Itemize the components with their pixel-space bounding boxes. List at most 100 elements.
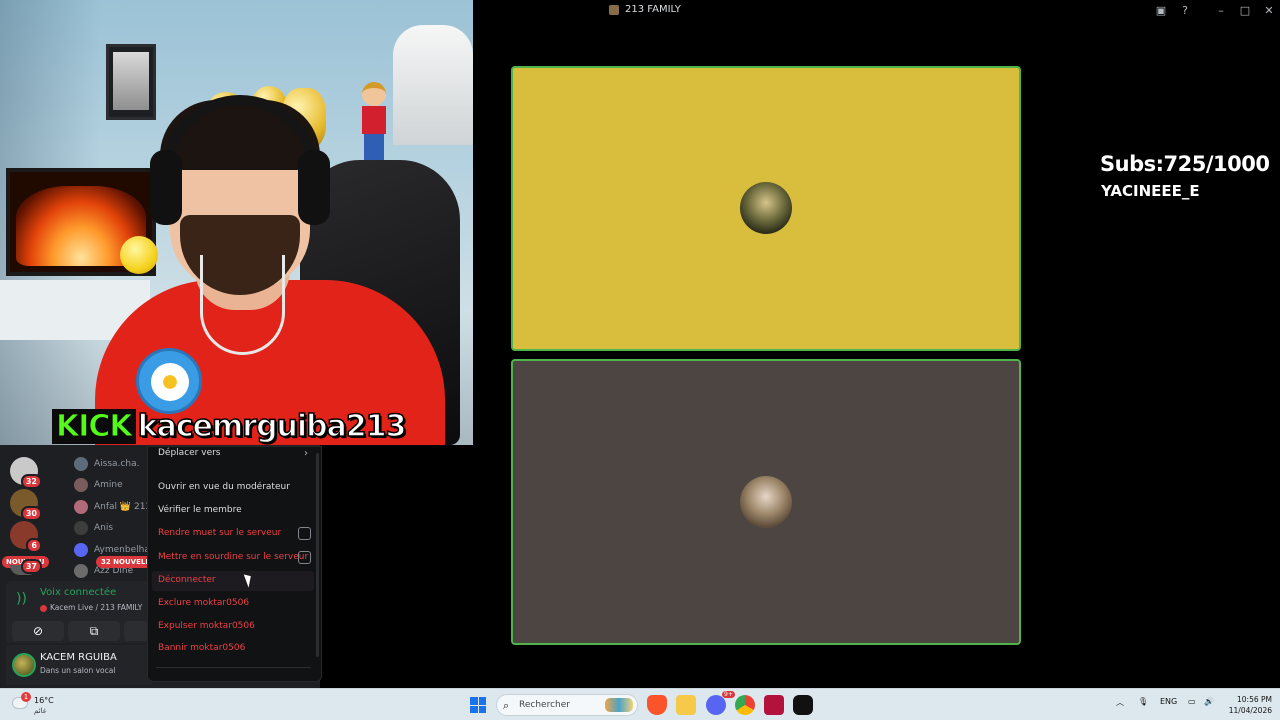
menu-item-server-deafen[interactable]: Mettre en sourdine sur le serveur: [158, 552, 308, 562]
help-icon[interactable]: ?: [1177, 3, 1193, 19]
windows-start-icon[interactable]: [470, 697, 486, 713]
server-icon: [609, 4, 619, 15]
avatar[interactable]: [12, 653, 36, 677]
search-placeholder: Rechercher: [519, 700, 570, 710]
avatar: [74, 542, 88, 557]
inbox-icon[interactable]: ▣: [1153, 3, 1169, 19]
kick-username: kacemrguiba213: [137, 408, 407, 445]
microphone-icon[interactable]: 🎙: [1138, 697, 1148, 706]
participant-tile[interactable]: [511, 359, 1021, 645]
server-icon[interactable]: 30: [10, 489, 42, 521]
search-icon: ⌕: [503, 699, 510, 712]
kick-banner: KICK kacemrguiba213: [52, 408, 407, 445]
live-dot-icon: [40, 604, 47, 612]
taskbar-search[interactable]: ⌕ Rechercher: [496, 694, 638, 716]
server-icon[interactable]: 6: [10, 521, 42, 553]
menu-item-verify-member[interactable]: Vérifier le membre: [158, 505, 242, 515]
brave-browser-icon[interactable]: [647, 695, 667, 715]
close-button[interactable]: ✕: [1261, 3, 1277, 19]
window-title-text: 213 FAMILY: [625, 4, 681, 15]
server-icon[interactable]: 32: [10, 457, 42, 489]
screen: KICK kacemrguiba213 32 30 6 NOUVEAU 37 A…: [0, 0, 1280, 720]
member-name: Amine: [94, 480, 123, 491]
wall-photo-frame: [106, 44, 156, 120]
voice-channel[interactable]: Kacem Live / 213 FAMILY: [40, 603, 142, 612]
figurine: [356, 82, 392, 172]
member-row[interactable]: Amine: [74, 475, 154, 497]
user-panel[interactable]: KACEM RGUIBA Dans un salon vocal: [6, 645, 152, 685]
participant-avatar: [740, 476, 792, 528]
streamer-handle: YACINEEE_E: [1101, 182, 1200, 200]
mention-badge: 30: [20, 506, 42, 521]
user-status: Dans un salon vocal: [40, 666, 116, 675]
taskbar: 1 16°C غائم ⌕ Rechercher 9+ ︿ 🎙 ENG ▭ 🔊 …: [0, 688, 1280, 720]
chrome-icon[interactable]: [735, 695, 755, 715]
menu-item-server-mute[interactable]: Rendre muet sur le serveur: [158, 528, 281, 538]
server-mute-checkbox[interactable]: [298, 527, 311, 540]
mention-badge: 6: [26, 538, 42, 553]
avatar: [74, 478, 88, 493]
member-name: Anis: [94, 523, 114, 534]
android-app-icon[interactable]: [793, 695, 813, 715]
discord-icon[interactable]: [706, 695, 726, 715]
voice-connected-panel: )) Voix connectée Kacem Live / 213 FAMIL…: [6, 581, 152, 643]
kick-logo: KICK: [52, 408, 136, 444]
file-explorer-icon[interactable]: [676, 695, 696, 715]
chevron-right-icon: ›: [304, 448, 308, 459]
menu-item-move-to[interactable]: Déplacer vers ›: [158, 448, 308, 459]
member-name: Aissa.cha.: [94, 458, 140, 469]
server-deafen-checkbox[interactable]: [298, 551, 311, 564]
headset-right: [298, 150, 330, 225]
weather-alert-badge: 1: [21, 692, 31, 702]
mention-badge: 32: [20, 474, 42, 489]
server-icon[interactable]: 37: [10, 559, 42, 575]
volume-icon[interactable]: 🔊: [1204, 697, 1214, 706]
member-row[interactable]: Anis: [74, 518, 154, 540]
clock-date: 11/04/2026: [1228, 706, 1272, 715]
avatar: [74, 499, 88, 514]
weather-widget[interactable]: 1 16°C غائم: [12, 692, 92, 717]
screen-share-button[interactable]: ⧉: [68, 621, 120, 641]
camera-off-button[interactable]: ⊘: [12, 621, 64, 641]
window-titlebar: 213 FAMILY ▣ ? – □ ✕: [473, 0, 1280, 22]
menu-item-ban[interactable]: Bannir moktar0506: [158, 643, 245, 653]
activities-button[interactable]: [124, 621, 148, 641]
avatar: [74, 456, 88, 471]
system-clock[interactable]: 10:56 PM 11/04/2026: [1222, 694, 1272, 716]
weather-temp: 16°C: [34, 696, 54, 705]
menu-separator: [156, 667, 311, 668]
menu-item-kick[interactable]: Expulser moktar0506: [158, 621, 255, 631]
maximize-button[interactable]: □: [1237, 3, 1253, 19]
menu-item-exclude[interactable]: Exclure moktar0506: [158, 598, 249, 608]
member-row[interactable]: Aissa.cha.: [74, 453, 154, 475]
menu-item-disconnect[interactable]: Déconnecter: [158, 575, 216, 585]
flower-logo: [136, 348, 202, 414]
jersey: [393, 25, 473, 145]
new-messages-pill[interactable]: 32 NOUVELL: [96, 556, 155, 568]
username: KACEM RGUIBA: [40, 652, 117, 663]
adobe-app-icon[interactable]: [764, 695, 784, 715]
search-highlight-art: [605, 698, 633, 712]
voice-status[interactable]: Voix connectée: [40, 587, 116, 598]
network-icon[interactable]: ▭: [1188, 697, 1196, 706]
window-title: 213 FAMILY: [609, 4, 681, 15]
language-indicator[interactable]: ENG: [1160, 697, 1177, 706]
clock-time: 10:56 PM: [1237, 695, 1272, 704]
tweety-toy: [120, 236, 158, 274]
webcam-feed: KICK kacemrguiba213: [0, 0, 473, 445]
member-row[interactable]: Anfal 👑 213: [74, 496, 154, 518]
menu-label: Déplacer vers: [158, 448, 221, 458]
member-name: Anfal 👑 213: [94, 501, 152, 512]
necklace: [200, 255, 285, 355]
member-context-menu: Déplacer vers › Ouvrir en vue du modérat…: [147, 446, 322, 682]
discord-notification-badge: 9+: [722, 691, 735, 698]
avatar: [74, 564, 88, 579]
member-name: Aymenbelha: [94, 544, 150, 555]
menu-scrollbar[interactable]: [316, 453, 319, 657]
chevron-up-icon[interactable]: ︿: [1116, 697, 1124, 708]
participant-tile-speaking[interactable]: [511, 66, 1021, 351]
participant-avatar: [740, 182, 792, 234]
minimize-button[interactable]: –: [1213, 3, 1229, 19]
menu-item-open-mod-view[interactable]: Ouvrir en vue du modérateur: [158, 482, 290, 492]
signal-icon[interactable]: )): [16, 591, 27, 607]
